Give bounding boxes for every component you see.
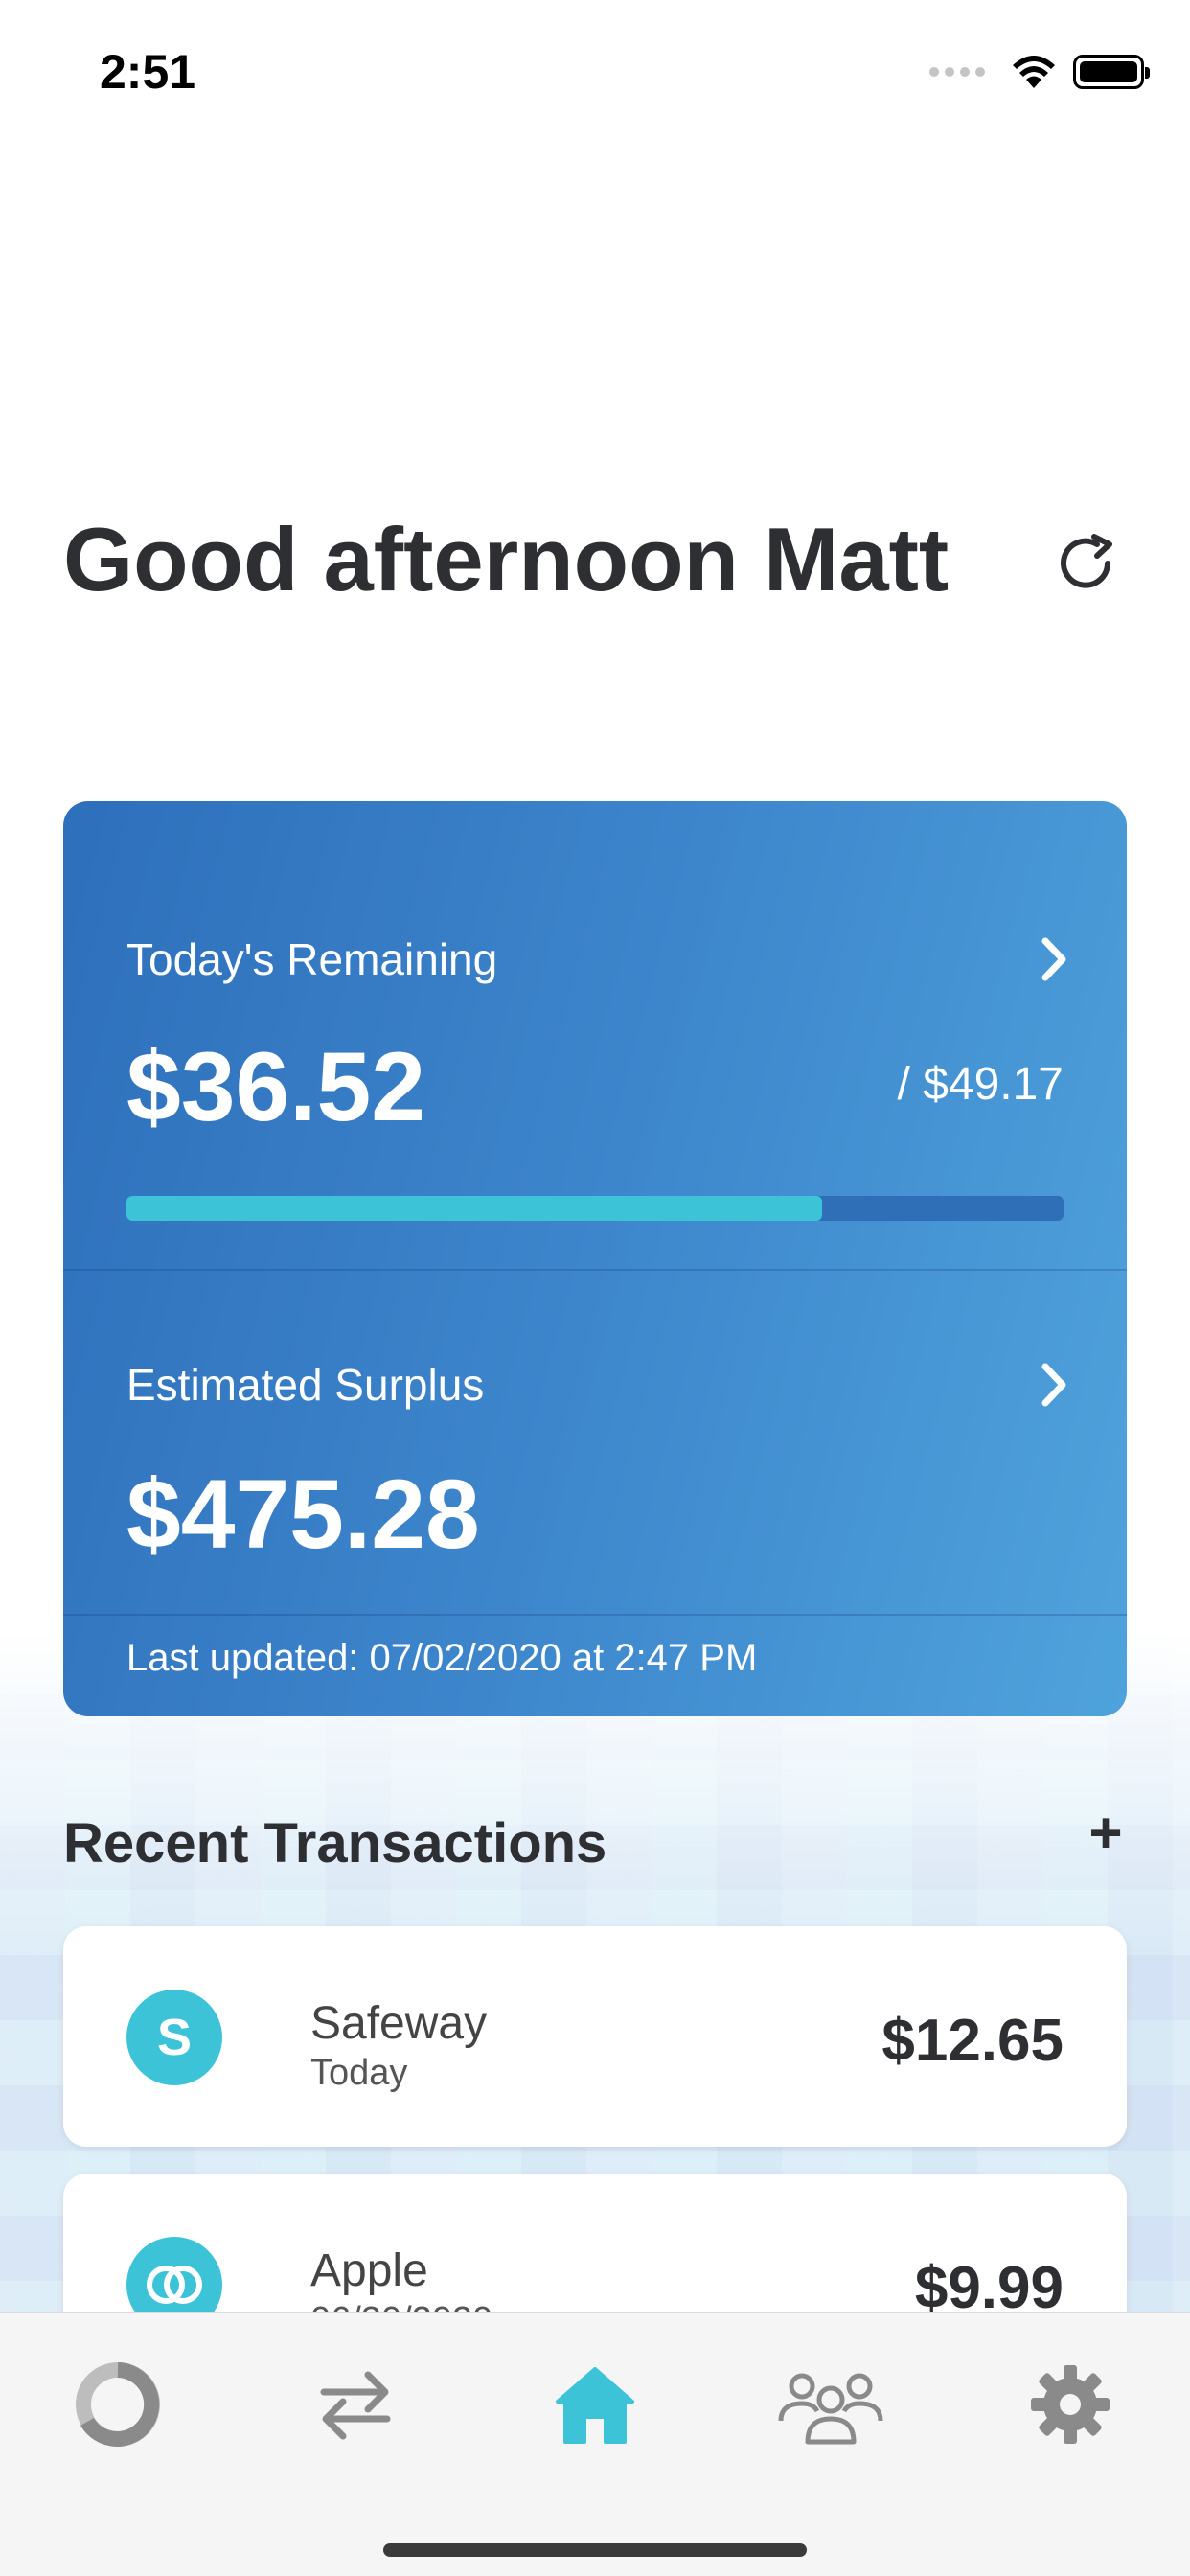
- greeting-title: Good afternoon Matt: [63, 509, 950, 610]
- todays-remaining-section[interactable]: Today's Remaining $36.52 / $49.17: [63, 801, 1127, 1271]
- tab-people[interactable]: [768, 2342, 893, 2467]
- estimated-surplus-section[interactable]: Estimated Surplus $475.28: [63, 1271, 1127, 1616]
- refresh-icon: [1061, 534, 1112, 588]
- battery-icon: [1073, 55, 1150, 89]
- transaction-card[interactable]: S Safeway Today $12.65: [63, 1926, 1127, 2147]
- tab-home[interactable]: [533, 2342, 657, 2467]
- balance-card: Today's Remaining $36.52 / $49.17 Estima…: [63, 801, 1127, 1716]
- todays-budget-total: / $49.17: [897, 1059, 1064, 1110]
- transaction-merchant: Safeway: [310, 1998, 488, 2049]
- refresh-button[interactable]: [1044, 525, 1131, 602]
- transaction-date: Today: [310, 2053, 408, 2093]
- cellular-signal-icon: [929, 67, 985, 77]
- apple-logo-icon: [147, 2266, 202, 2304]
- transaction-amount: $12.65: [881, 2008, 1064, 2074]
- last-updated-text: Last updated: 07/02/2020 at 2:47 PM: [126, 1637, 758, 1679]
- wifi-icon: [1013, 56, 1055, 88]
- tab-bar: [0, 2312, 1190, 2576]
- merchant-avatar: S: [126, 1990, 222, 2085]
- estimated-surplus-amount: $475.28: [126, 1460, 480, 1569]
- home-indicator: [383, 2543, 807, 2557]
- gear-icon: [1031, 2365, 1110, 2444]
- remaining-progress-fill: [126, 1196, 822, 1221]
- remaining-progress-bar: [126, 1196, 1064, 1221]
- last-updated-section: Last updated: 07/02/2020 at 2:47 PM: [63, 1616, 1127, 1716]
- transaction-merchant: Apple: [310, 2245, 428, 2296]
- estimated-surplus-chevron-icon[interactable]: [1035, 1359, 1073, 1411]
- todays-remaining-amount: $36.52: [126, 1032, 425, 1141]
- home-icon: [556, 2367, 634, 2444]
- tab-settings[interactable]: [1008, 2342, 1133, 2467]
- todays-remaining-chevron-icon[interactable]: [1035, 933, 1073, 985]
- budget-ring-icon: [76, 2362, 160, 2447]
- transfer-arrows-icon: [320, 2371, 391, 2440]
- status-indicators: [929, 54, 1150, 90]
- tab-transfers[interactable]: [293, 2342, 418, 2467]
- people-icon: [778, 2373, 883, 2445]
- todays-remaining-label: Today's Remaining: [126, 934, 498, 984]
- status-time: 2:51: [100, 45, 196, 99]
- tab-budget[interactable]: [56, 2342, 180, 2467]
- add-transaction-button[interactable]: +: [1079, 1801, 1133, 1865]
- estimated-surplus-label: Estimated Surplus: [126, 1360, 485, 1410]
- recent-transactions-title: Recent Transactions: [63, 1812, 607, 1874]
- status-bar: 2:51: [0, 0, 1190, 134]
